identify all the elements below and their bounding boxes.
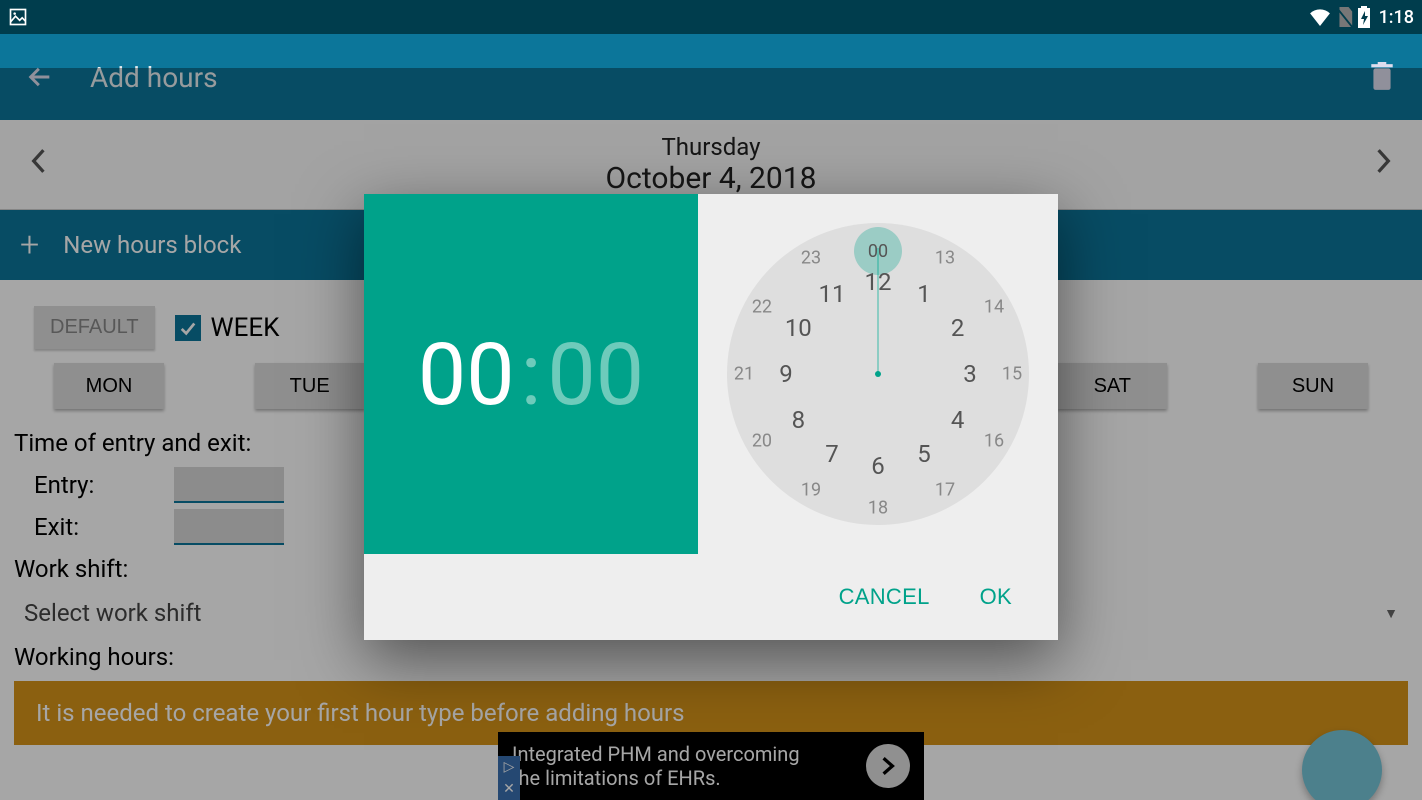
ok-button[interactable]: OK [980, 584, 1012, 610]
clock-center-dot [875, 371, 881, 377]
battery-charging-icon [1357, 6, 1371, 28]
image-icon [8, 7, 28, 27]
time-minutes[interactable]: 00 [547, 324, 644, 425]
clock-hour-10[interactable]: 10 [785, 314, 812, 342]
clock-hour-13[interactable]: 13 [935, 247, 955, 268]
status-bar: 1:18 [0, 0, 1422, 34]
clock-face-wrap: 00 1212345678910111314151617181920212223 [698, 194, 1058, 554]
clock-hour-22[interactable]: 22 [752, 297, 772, 318]
time-hours[interactable]: 00 [418, 324, 515, 425]
clock-hour-2[interactable]: 2 [951, 314, 965, 342]
clock-hour-21[interactable]: 21 [734, 364, 754, 385]
cancel-button[interactable]: CANCEL [839, 584, 930, 610]
time-picker-dialog: 00 : 00 00 12123456789101113141516171819… [364, 194, 1058, 640]
status-time: 1:18 [1379, 7, 1414, 28]
time-separator: : [521, 324, 542, 425]
clock-hour-9[interactable]: 9 [779, 360, 793, 388]
clock-hour-4[interactable]: 4 [951, 406, 965, 434]
clock-hour-11[interactable]: 11 [819, 280, 846, 308]
clock-hour-16[interactable]: 16 [984, 431, 1004, 452]
clock-face[interactable]: 00 1212345678910111314151617181920212223 [727, 223, 1029, 525]
sim-off-icon [1335, 7, 1353, 27]
clock-hour-17[interactable]: 17 [935, 480, 955, 501]
clock-hour-12[interactable]: 12 [865, 268, 892, 296]
clock-hour-3[interactable]: 3 [963, 360, 977, 388]
wifi-icon [1309, 8, 1331, 26]
clock-hour-5[interactable]: 5 [917, 440, 931, 468]
dialog-actions: CANCEL OK [364, 554, 1058, 640]
clock-hour-15[interactable]: 15 [1002, 364, 1022, 385]
clock-hour-23[interactable]: 23 [801, 247, 821, 268]
clock-hour-6[interactable]: 6 [871, 452, 885, 480]
clock-hour-19[interactable]: 19 [801, 480, 821, 501]
clock-hour-7[interactable]: 7 [825, 440, 839, 468]
clock-hour-18[interactable]: 18 [868, 498, 888, 519]
clock-hour-1[interactable]: 1 [917, 280, 931, 308]
clock-hour-20[interactable]: 20 [752, 431, 772, 452]
time-display: 00 : 00 [364, 194, 698, 554]
clock-hour-14[interactable]: 14 [984, 297, 1004, 318]
clock-hour-8[interactable]: 8 [792, 406, 806, 434]
status-icons: 1:18 [1309, 6, 1414, 28]
